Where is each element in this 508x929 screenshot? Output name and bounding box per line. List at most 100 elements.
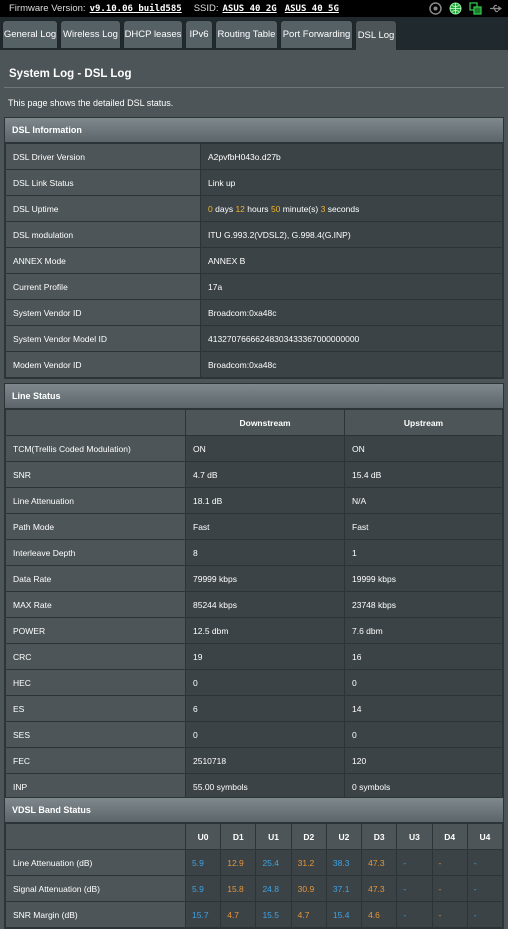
band-value: 38.3 xyxy=(325,849,363,876)
line-status-table: Downstream Upstream TCM(Trellis Coded Mo… xyxy=(5,409,503,800)
uptime-minutes: 50 xyxy=(270,203,281,214)
row-label: Modem Vendor ID xyxy=(5,351,201,378)
row-label: DSL Link Status xyxy=(5,169,201,196)
downstream-value: 85244 kbps xyxy=(185,591,345,618)
row-label: System Vendor Model ID xyxy=(5,325,201,352)
band-value: 25.4 xyxy=(255,849,292,876)
row-value: ANNEX B xyxy=(200,247,503,274)
row-label: ES xyxy=(5,695,186,722)
wps-icon[interactable] xyxy=(469,2,482,15)
row-label: Data Rate xyxy=(5,565,186,592)
table-row: Data Rate 79999 kbps 19999 kbps xyxy=(5,565,503,592)
downstream-value: Fast xyxy=(185,513,345,540)
downstream-value: 4.7 dB xyxy=(185,461,345,488)
blank-header xyxy=(5,823,186,850)
upstream-value: ON xyxy=(344,435,503,462)
band-column-header-u2: U2 xyxy=(325,823,363,850)
table-row: System Vendor Model ID 413270766662483034… xyxy=(5,325,503,352)
band-value: 15.8 xyxy=(220,875,257,902)
tab-dsl-log[interactable]: DSL Log xyxy=(355,20,397,50)
band-value: - xyxy=(431,849,468,876)
dsl-information-panel: DSL Information DSL Driver Version A2pvfb… xyxy=(4,117,504,379)
upstream-value: 0 symbols xyxy=(344,773,503,800)
table-row: Line Attenuation 18.1 dB N/A xyxy=(5,487,503,514)
upstream-value: Fast xyxy=(344,513,503,540)
band-value: 5.9 xyxy=(184,849,222,876)
downstream-value: 0 xyxy=(185,721,345,748)
band-value: 4.7 xyxy=(290,901,327,928)
line-status-panel: Line Status Downstream Upstream TCM(Trel… xyxy=(4,383,504,801)
downstream-value: 19 xyxy=(185,643,345,670)
row-label: DSL Uptime xyxy=(5,195,201,222)
band-column-header-d3: D3 xyxy=(361,823,398,850)
band-value: 4.6 xyxy=(361,901,398,928)
tab-ipv6[interactable]: IPv6 xyxy=(185,20,213,48)
band-value: 24.8 xyxy=(255,875,292,902)
tab-wireless-log[interactable]: Wireless Log xyxy=(60,20,121,48)
band-value: 15.7 xyxy=(184,901,222,928)
band-column-header-d2: D2 xyxy=(290,823,327,850)
band-column-header-u4: U4 xyxy=(466,823,504,850)
row-label: System Vendor ID xyxy=(5,299,201,326)
log-tab-bar: General Log Wireless Log DHCP leases IPv… xyxy=(0,17,508,50)
band-column-header-d4: D4 xyxy=(431,823,468,850)
upstream-value: 16 xyxy=(344,643,503,670)
row-value: A2pvfbH043o.d27b xyxy=(200,143,503,170)
uptime-hours-label: hours xyxy=(247,203,269,214)
band-value: - xyxy=(396,901,433,928)
operation-mode-icon[interactable] xyxy=(429,2,442,15)
upstream-value: 7.6 dbm xyxy=(344,617,503,644)
row-label: Path Mode xyxy=(5,513,186,540)
ssid-5g-link[interactable]: ASUS_40_5G xyxy=(285,4,339,14)
page-title: System Log - DSL Log xyxy=(9,68,132,80)
table-row: TCM(Trellis Coded Modulation) ON ON xyxy=(5,435,503,462)
band-value: - xyxy=(466,901,504,928)
row-label: SES xyxy=(5,721,186,748)
downstream-value: 0 xyxy=(185,669,345,696)
uptime-days-label: days xyxy=(215,203,234,214)
row-label: Line Attenuation xyxy=(5,487,186,514)
table-row: FEC 2510718 120 xyxy=(5,747,503,774)
dsl-uptime-value: 0 days 12 hours 50 minute(s) 3 seconds xyxy=(200,195,503,222)
table-row: Interleave Depth 8 1 xyxy=(5,539,503,566)
upstream-value: 0 xyxy=(344,669,503,696)
uptime-seconds: 3 xyxy=(320,203,326,214)
downstream-value: 2510718 xyxy=(185,747,345,774)
tab-routing-table[interactable]: Routing Table xyxy=(215,20,278,48)
tab-dhcp-leases[interactable]: DHCP leases xyxy=(123,20,183,48)
table-row: Line Attenuation (dB) 5.9 12.9 25.4 31.2 38.3… xyxy=(5,849,504,876)
downstream-value: 55.00 symbols xyxy=(185,773,345,800)
table-row: SES 0 0 xyxy=(5,721,503,748)
firmware-version-link[interactable]: v9.10.06 build585 xyxy=(90,4,182,14)
table-row: MAX Rate 85244 kbps 23748 kbps xyxy=(5,591,503,618)
vdsl-band-table: U0 D1 U1 D2 U2 D3 U3 D4 U4 Line Attenuation (dB)… xyxy=(5,823,504,928)
table-header-row: U0 D1 U1 D2 U2 D3 U3 D4 U4 xyxy=(5,823,504,850)
band-value: 37.1 xyxy=(325,875,363,902)
dsl-information-header: DSL Information xyxy=(5,118,503,143)
row-label: ANNEX Mode xyxy=(5,247,201,274)
table-row: Signal Attenuation (dB) 5.9 15.8 24.8 30.9 37… xyxy=(5,875,504,902)
table-row: SNR Margin (dB) 15.7 4.7 15.5 4.7 15.4 4.6- - - xyxy=(5,901,504,928)
table-row: DSL Link Status Link up xyxy=(5,169,503,196)
uptime-hours: 12 xyxy=(235,203,245,214)
row-label: SNR xyxy=(5,461,186,488)
upstream-value: 15.4 dB xyxy=(344,461,503,488)
row-label: TCM(Trellis Coded Modulation) xyxy=(5,435,186,462)
usb-icon[interactable] xyxy=(489,2,503,15)
band-value: - xyxy=(466,875,504,902)
tab-port-forwarding[interactable]: Port Forwarding xyxy=(280,20,353,48)
table-row: ES 6 14 xyxy=(5,695,503,722)
upstream-value: 23748 kbps xyxy=(344,591,503,618)
band-value: - xyxy=(431,901,468,928)
ssid-2g-link[interactable]: ASUS_40_2G xyxy=(223,4,277,14)
band-value: - xyxy=(431,875,468,902)
downstream-value: 6 xyxy=(185,695,345,722)
band-column-header-u1: U1 xyxy=(255,823,292,850)
table-row: INP 55.00 symbols 0 symbols xyxy=(5,773,503,800)
row-value: ITU G.993.2(VDSL2), G.998.4(G.INP) xyxy=(200,221,503,248)
internet-globe-icon[interactable] xyxy=(449,2,462,15)
table-row: System Vendor ID Broadcom:0xa48c xyxy=(5,299,503,326)
table-row: Path Mode Fast Fast xyxy=(5,513,503,540)
firmware-label: Firmware Version: xyxy=(9,3,86,14)
tab-general-log[interactable]: General Log xyxy=(2,20,58,48)
